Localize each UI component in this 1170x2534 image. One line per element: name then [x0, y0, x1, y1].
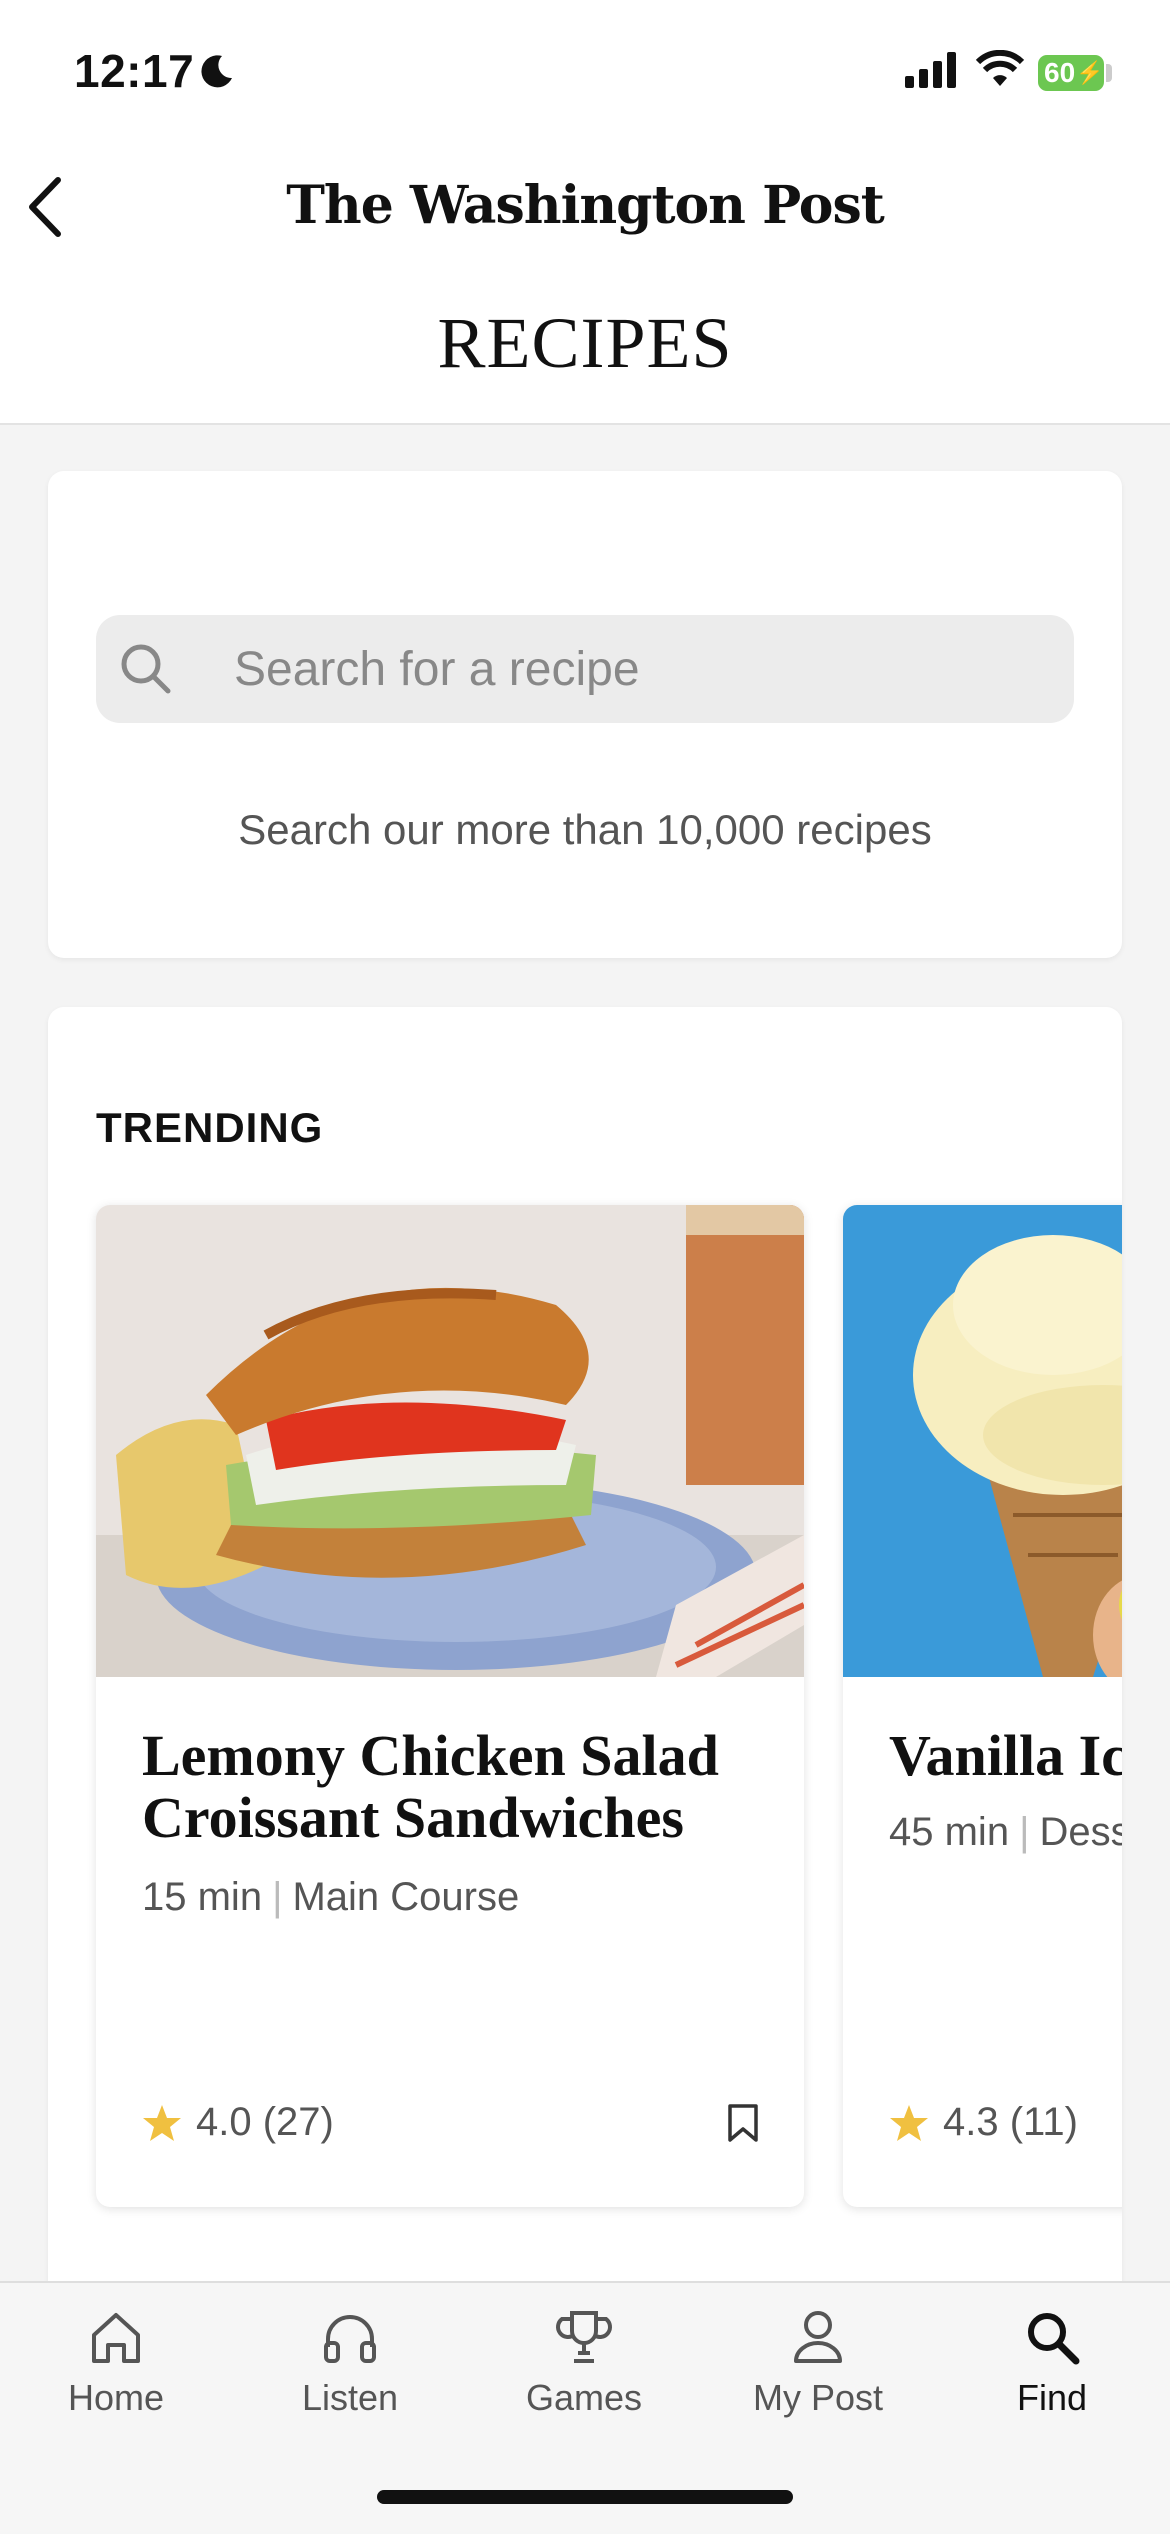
- washington-post-logo: The Washington Post: [286, 175, 885, 236]
- wifi-icon: [975, 50, 1025, 86]
- moon-icon: [201, 55, 232, 88]
- tab-label: Home: [67, 2377, 165, 2418]
- search-icon: [1028, 2313, 1080, 2365]
- star-icon: [890, 2104, 928, 2141]
- battery-indicator: 60 ⚡: [1038, 55, 1104, 91]
- home-icon: [92, 2313, 140, 2363]
- recipe-search-input[interactable]: [234, 615, 1034, 723]
- recipe-category: Dessert: [1039, 1810, 1122, 1854]
- status-time: 12:17: [74, 45, 195, 97]
- review-count: (11): [1009, 2100, 1078, 2144]
- person-icon: [794, 2311, 842, 2363]
- trophy-icon: [556, 2311, 612, 2363]
- star-icon: [143, 2104, 181, 2141]
- battery-level: 60: [1044, 57, 1076, 88]
- recipe-image: [843, 1205, 1122, 1677]
- recipe-meta: 45 min|Dessert: [889, 1810, 1122, 1855]
- tab-listen[interactable]: Listen: [250, 2307, 450, 2419]
- croissant-sandwich-image: [96, 1205, 804, 1677]
- rating-value: 4.3: [943, 2100, 999, 2144]
- vanilla-ice-cream-image: [843, 1205, 1122, 1677]
- bookmark-icon[interactable]: [726, 2103, 760, 2143]
- signal-icon: [905, 52, 956, 88]
- tab-games[interactable]: Games: [484, 2307, 684, 2419]
- recipe-title: Vanilla Ice Cream: [889, 1723, 1122, 1788]
- status-bar: 12:17 60 ⚡: [0, 0, 1170, 150]
- recipe-card[interactable]: Vanilla Ice Cream 45 min|Dessert 4.3 (11…: [843, 1205, 1122, 2207]
- meta-separator: |: [1019, 1810, 1030, 1854]
- tab-label: My Post: [752, 2377, 884, 2418]
- trending-title: TRENDING: [96, 1104, 324, 1151]
- app-header: The Washington Post RECIPES: [0, 150, 1170, 425]
- page-title: RECIPES: [437, 303, 733, 383]
- recipe-card[interactable]: Lemony Chicken Salad Croissant Sandwiche…: [96, 1205, 804, 2207]
- recipe-time: 15 min: [142, 1875, 263, 1919]
- tab-label: Listen: [301, 2377, 399, 2418]
- recipe-image: [96, 1205, 804, 1677]
- tab-my-post[interactable]: My Post: [718, 2307, 918, 2419]
- meta-separator: |: [272, 1875, 283, 1919]
- trending-section: TRENDING Lemony Chicken Salad Croissant …: [48, 1007, 1122, 2407]
- battery-tip: [1106, 64, 1112, 82]
- recipe-rating: 4.0 (27): [142, 2100, 334, 2145]
- rating-value: 4.0: [196, 2100, 252, 2144]
- tab-label: Games: [525, 2377, 643, 2418]
- headphones-icon: [324, 2315, 376, 2363]
- search-card: Search our more than 10,000 recipes: [48, 471, 1122, 958]
- tab-label: Find: [1016, 2377, 1088, 2418]
- search-box[interactable]: [96, 615, 1074, 723]
- recipe-time: 45 min: [889, 1810, 1010, 1854]
- recipe-title: Lemony Chicken Salad Croissant Sandwiche…: [142, 1723, 719, 1850]
- review-count: (27): [262, 2100, 334, 2144]
- recipe-rating: 4.3 (11): [889, 2100, 1078, 2145]
- tab-find[interactable]: Find: [952, 2307, 1152, 2419]
- recipe-meta: 15 min | Main Course: [142, 1875, 519, 1920]
- search-subtitle: Search our more than 10,000 recipes: [238, 806, 932, 853]
- home-indicator[interactable]: [377, 2490, 793, 2504]
- search-icon: [121, 644, 171, 694]
- recipe-category: Main Course: [292, 1875, 520, 1919]
- tab-home[interactable]: Home: [16, 2307, 216, 2419]
